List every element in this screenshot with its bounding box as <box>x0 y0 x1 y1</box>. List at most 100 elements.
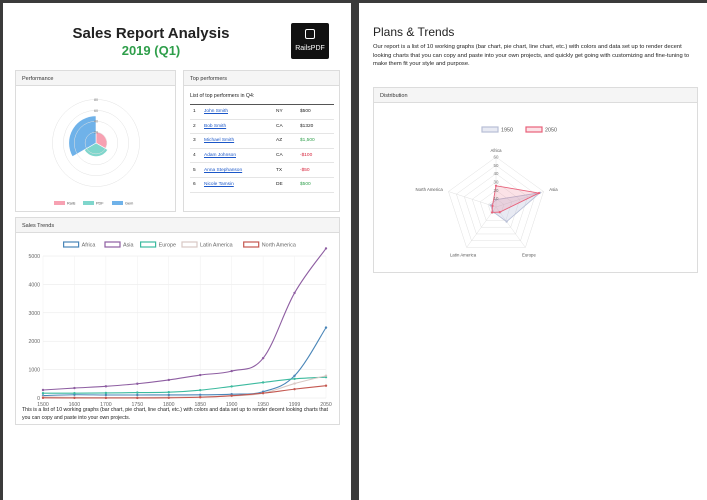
performer-link[interactable]: John Smith <box>204 109 228 114</box>
performer-name-cell: Michael Smith <box>204 133 276 149</box>
radar-tick-label: 60 <box>494 155 499 160</box>
series-point-4 <box>167 396 170 400</box>
amount-cell: $500 <box>300 177 334 193</box>
series-line-1 <box>42 248 327 391</box>
legend-label-rails: Rails <box>67 202 76 206</box>
distribution-card: Distribution 10 20 30 40 50 60 Africa Asia Europ… <box>373 87 698 273</box>
plans-text: Our report is a list of 10 working graph… <box>373 44 690 68</box>
series-point-1 <box>261 356 265 360</box>
railspdf-logo: RailsPDF <box>291 23 329 59</box>
row-number: 1 <box>190 104 204 120</box>
legend-label-pdf: PDF <box>96 202 104 206</box>
polar-tick-label: 40 <box>94 120 98 124</box>
y-tick-label: 3000 <box>28 311 40 317</box>
state-cell: NY <box>276 104 300 120</box>
radar-point-2050 <box>498 211 501 214</box>
radar-tick-label: 30 <box>494 180 499 185</box>
y-tick-label: 1000 <box>28 368 40 374</box>
radar-point-2050 <box>490 211 494 214</box>
performer-link[interactable]: Adam Johnson <box>204 153 236 158</box>
series-point-4 <box>230 394 233 397</box>
row-number: 2 <box>190 119 204 135</box>
radar-point-2050 <box>491 204 494 207</box>
performance-card: Performance 20 40 60 80 Rails PDF Gem <box>15 70 176 212</box>
performer-link[interactable]: Nicole Tamsin <box>204 182 234 187</box>
legend-label-1: Asia <box>123 243 134 249</box>
state-cell: DE <box>276 177 300 193</box>
performer-link[interactable]: Anna Stephanson <box>204 168 242 173</box>
series-point-0 <box>167 393 170 397</box>
table-row: 5 Anna Stephanson TX -$50 <box>190 162 334 178</box>
series-point-3 <box>293 382 296 385</box>
legend-swatch-2 <box>139 241 157 248</box>
performer-link[interactable]: Michael Smith <box>204 138 234 143</box>
radar-axis-label: Africa <box>491 148 503 153</box>
legend-swatch-1 <box>104 241 121 248</box>
performer-name-cell: Anna Stephanson <box>204 162 276 178</box>
row-number: 4 <box>190 148 204 164</box>
state-cell: TX <box>276 162 300 178</box>
amount-cell: -$100 <box>300 148 334 164</box>
series-point-2 <box>230 385 233 388</box>
series-point-2 <box>104 391 108 395</box>
series-point-4 <box>261 391 265 395</box>
legend-label-2050: 2050 <box>545 128 557 134</box>
radar-axis-label: Latin America <box>450 252 477 257</box>
radar-axis-label: Asia <box>549 187 558 192</box>
series-point-4 <box>104 396 108 400</box>
legend-swatch-3 <box>181 241 198 248</box>
series-point-0 <box>199 393 202 397</box>
report-subtitle: 2019 (Q1) <box>121 43 181 58</box>
polar-tick-label: 60 <box>94 109 98 113</box>
series-point-1 <box>73 386 76 390</box>
series-point-4 <box>199 396 202 399</box>
legend-label-3: Latin America <box>200 243 233 249</box>
state-cell: AZ <box>276 133 300 149</box>
legend-swatch-pdf <box>83 201 94 205</box>
radar-point-2050 <box>537 191 541 195</box>
series-point-4 <box>73 396 76 400</box>
radar-tick-label: 20 <box>494 188 499 193</box>
performer-name-cell: Adam Johnson <box>204 148 276 164</box>
series-point-1 <box>230 369 233 373</box>
radar-tick-label: 10 <box>494 196 499 201</box>
performance-polar-chart: 20 40 60 80 Rails PDF Gem <box>52 98 140 206</box>
table-row: 6 Nicole Tamsin DE $500 <box>190 177 334 193</box>
series-point-2 <box>136 391 139 394</box>
row-number: 6 <box>190 177 204 193</box>
sales-trends-card-title: Sales Trends <box>16 218 339 233</box>
series-point-2 <box>167 391 170 394</box>
series-point-1 <box>167 378 170 382</box>
row-number: 3 <box>190 133 204 149</box>
distribution-card-title: Distribution <box>374 88 697 103</box>
legend-swatch-gem <box>112 201 123 205</box>
legend-label-1950: 1950 <box>501 128 513 134</box>
radar-axis-label: Europe <box>522 252 536 257</box>
performer-name-cell: Nicole Tamsin <box>204 177 276 193</box>
performer-link[interactable]: Bob Smith <box>204 124 226 129</box>
top-performers-caption: List of top performers in Q4: <box>190 93 255 99</box>
performer-name-cell: John Smith <box>204 104 276 120</box>
top-performers-card-title: Top performers <box>184 71 339 86</box>
series-point-3 <box>324 374 328 377</box>
y-tick-label: 2000 <box>28 339 40 345</box>
logo-text: RailsPDF <box>295 45 325 52</box>
legend-swatch-2050 <box>525 126 543 133</box>
amount-cell: -$50 <box>300 162 334 178</box>
radar-point-1950 <box>489 204 492 207</box>
plans-title: Plans & Trends <box>373 25 455 39</box>
top-performers-table: 1 John Smith NY $500 2 Bob Smith CA $1320 3 Micha… <box>190 104 334 193</box>
radar-axis-label: North America <box>416 187 444 192</box>
legend-swatch-4 <box>243 241 260 248</box>
series-point-1 <box>293 291 296 295</box>
pdf-viewer: Sales Report Analysis 2019 (Q1) RailsPDF… <box>0 0 707 500</box>
amount-cell: $500 <box>300 104 334 120</box>
series-point-2 <box>261 381 265 384</box>
series-point-2 <box>41 392 45 395</box>
series-point-4 <box>293 387 296 391</box>
sales-trends-card: Sales Trends 0 1000 2000 3000 4000 5000 1500 16… <box>15 217 340 425</box>
amount-cell: $1,500 <box>300 133 334 149</box>
sales-trends-description: This is a list of 10 working graphs (bar… <box>22 407 328 422</box>
series-point-2 <box>73 391 76 395</box>
legend-label-0: Africa <box>82 243 96 249</box>
